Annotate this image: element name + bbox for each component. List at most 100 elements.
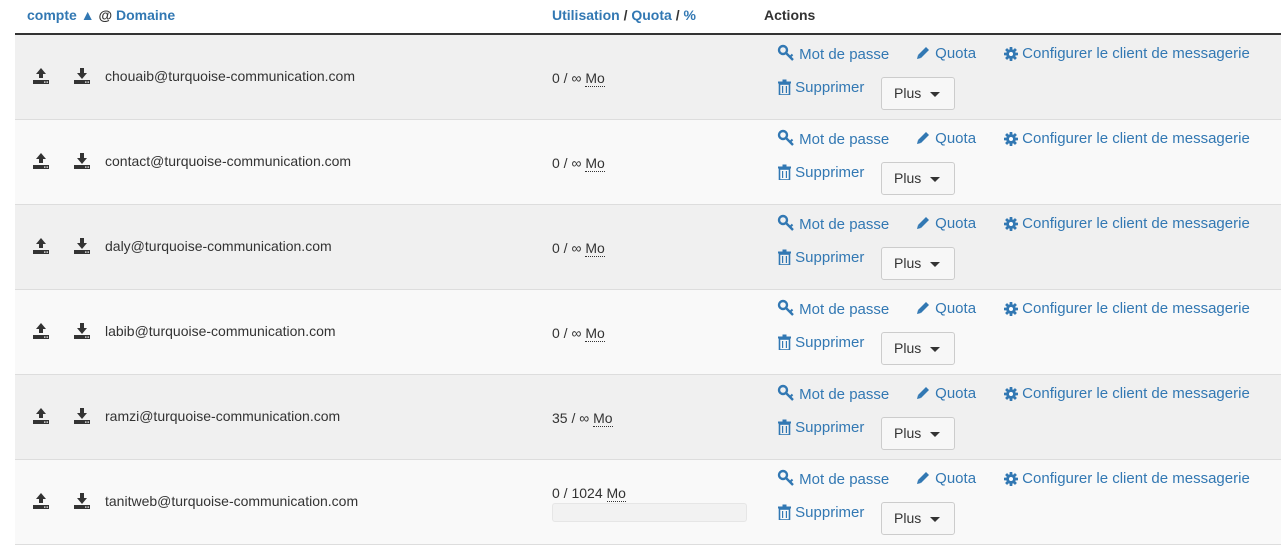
trash-icon bbox=[778, 249, 791, 265]
change-password-link[interactable]: Mot de passe bbox=[777, 384, 889, 405]
change-password-link[interactable]: Mot de passe bbox=[777, 299, 889, 320]
key-icon bbox=[777, 299, 794, 316]
configure-mail-client-link[interactable]: Configurer le client de messagerie bbox=[1004, 384, 1250, 404]
header-account-domain: compte ▲ @ Domaine bbox=[27, 6, 175, 24]
header-actions: Actions bbox=[764, 7, 816, 23]
usage-quota: 0 / ∞ Mo bbox=[552, 155, 605, 172]
configure-mail-client-link[interactable]: Configurer le client de messagerie bbox=[1004, 44, 1250, 64]
pencil-icon bbox=[917, 387, 929, 399]
account-email: contact@turquoise-communication.com bbox=[105, 153, 352, 169]
change-password-link[interactable]: Mot de passe bbox=[777, 469, 889, 490]
delete-account-label: Supprimer bbox=[795, 504, 865, 521]
change-password-link[interactable]: Mot de passe bbox=[777, 214, 889, 235]
configure-mail-client-link[interactable]: Configurer le client de messagerie bbox=[1004, 299, 1250, 319]
download-icon[interactable] bbox=[73, 152, 91, 170]
trash-icon bbox=[778, 334, 791, 350]
pencil-icon bbox=[917, 302, 929, 314]
edit-quota-link[interactable]: Quota bbox=[915, 44, 976, 64]
configure-mail-client-link[interactable]: Configurer le client de messagerie bbox=[1004, 129, 1250, 149]
trash-icon bbox=[778, 164, 791, 180]
change-password-link[interactable]: Mot de passe bbox=[777, 129, 889, 150]
more-actions-button[interactable]: Plus bbox=[881, 77, 955, 110]
more-actions-button[interactable]: Plus bbox=[881, 247, 955, 280]
download-icon[interactable] bbox=[73, 322, 91, 340]
upload-icon[interactable] bbox=[32, 237, 50, 255]
download-icon[interactable] bbox=[73, 237, 91, 255]
table-row: contact@turquoise-communication.com 0 / … bbox=[15, 120, 1281, 205]
more-actions-label: Plus bbox=[894, 255, 922, 271]
download-icon[interactable] bbox=[73, 67, 91, 85]
gear-icon bbox=[1004, 472, 1018, 486]
key-icon bbox=[777, 129, 794, 146]
upload-icon[interactable] bbox=[32, 492, 50, 510]
gear-icon bbox=[1004, 387, 1018, 401]
delete-account-link[interactable]: Supprimer bbox=[778, 503, 864, 523]
configure-mail-client-link[interactable]: Configurer le client de messagerie bbox=[1004, 214, 1250, 234]
sort-account-link[interactable]: compte bbox=[27, 7, 77, 23]
configure-mail-client-label: Configurer le client de messagerie bbox=[1022, 215, 1250, 232]
usage-value: 0 bbox=[552, 240, 560, 256]
table-header: compte ▲ @ Domaine Utilisation / Quota /… bbox=[15, 0, 1281, 35]
more-actions-button[interactable]: Plus bbox=[881, 332, 955, 365]
upload-icon[interactable] bbox=[32, 152, 50, 170]
account-email: tanitweb@turquoise-communication.com bbox=[105, 493, 359, 509]
pencil-icon bbox=[917, 217, 929, 229]
trash-icon bbox=[778, 419, 791, 435]
gear-icon bbox=[1004, 132, 1018, 146]
sort-arrow-icon[interactable]: ▲ bbox=[81, 7, 95, 23]
usage-quota: 0 / ∞ Mo bbox=[552, 70, 605, 87]
account-email: chouaib@turquoise-communication.com bbox=[105, 68, 355, 84]
configure-mail-client-label: Configurer le client de messagerie bbox=[1022, 385, 1250, 402]
header-separator: / bbox=[675, 7, 680, 23]
change-password-link[interactable]: Mot de passe bbox=[777, 44, 889, 65]
more-actions-button[interactable]: Plus bbox=[881, 417, 955, 450]
change-password-label: Mot de passe bbox=[799, 131, 890, 148]
more-actions-button[interactable]: Plus bbox=[881, 502, 955, 535]
quota-usage-bar bbox=[552, 503, 747, 522]
upload-icon[interactable] bbox=[32, 407, 50, 425]
caret-down-icon bbox=[930, 432, 940, 437]
delete-account-link[interactable]: Supprimer bbox=[778, 418, 864, 438]
delete-account-link[interactable]: Supprimer bbox=[778, 163, 864, 183]
sort-quota-link[interactable]: Quota bbox=[631, 7, 671, 23]
delete-account-link[interactable]: Supprimer bbox=[778, 333, 864, 353]
more-actions-label: Plus bbox=[894, 425, 922, 441]
upload-icon[interactable] bbox=[32, 67, 50, 85]
unit-abbr: Mo bbox=[585, 70, 605, 87]
upload-icon[interactable] bbox=[32, 322, 50, 340]
more-actions-label: Plus bbox=[894, 340, 922, 356]
quota-value: ∞ bbox=[579, 410, 590, 426]
usage-quota: 0 / 1024 Mo bbox=[552, 485, 626, 502]
quota-value: 1024 bbox=[571, 485, 603, 501]
download-icon[interactable] bbox=[73, 407, 91, 425]
table-body: chouaib@turquoise-communication.com 0 / … bbox=[15, 35, 1281, 545]
download-icon[interactable] bbox=[73, 492, 91, 510]
edit-quota-label: Quota bbox=[935, 215, 977, 232]
usage-value: 0 bbox=[552, 325, 560, 341]
unit-abbr: Mo bbox=[585, 155, 605, 172]
edit-quota-link[interactable]: Quota bbox=[915, 129, 976, 149]
account-email: labib@turquoise-communication.com bbox=[105, 323, 336, 339]
configure-mail-client-label: Configurer le client de messagerie bbox=[1022, 470, 1250, 487]
change-password-label: Mot de passe bbox=[799, 386, 890, 403]
delete-account-link[interactable]: Supprimer bbox=[778, 248, 864, 268]
sort-domain-link[interactable]: Domaine bbox=[116, 7, 175, 23]
configure-mail-client-link[interactable]: Configurer le client de messagerie bbox=[1004, 469, 1250, 489]
edit-quota-link[interactable]: Quota bbox=[915, 469, 976, 489]
delete-account-label: Supprimer bbox=[795, 79, 865, 96]
table-row: ramzi@turquoise-communication.com 35 / ∞… bbox=[15, 375, 1281, 460]
email-accounts-table: compte ▲ @ Domaine Utilisation / Quota /… bbox=[15, 0, 1281, 545]
edit-quota-link[interactable]: Quota bbox=[915, 299, 976, 319]
usage-value: 0 bbox=[552, 70, 560, 86]
sort-percent-link[interactable]: % bbox=[683, 7, 695, 23]
usage-value: 0 bbox=[552, 155, 560, 171]
configure-mail-client-label: Configurer le client de messagerie bbox=[1022, 45, 1250, 62]
sort-usage-link[interactable]: Utilisation bbox=[552, 7, 620, 23]
more-actions-button[interactable]: Plus bbox=[881, 162, 955, 195]
edit-quota-link[interactable]: Quota bbox=[915, 214, 976, 234]
edit-quota-link[interactable]: Quota bbox=[915, 384, 976, 404]
gear-icon bbox=[1004, 47, 1018, 61]
trash-icon bbox=[778, 504, 791, 520]
change-password-label: Mot de passe bbox=[799, 301, 890, 318]
delete-account-link[interactable]: Supprimer bbox=[778, 78, 864, 98]
